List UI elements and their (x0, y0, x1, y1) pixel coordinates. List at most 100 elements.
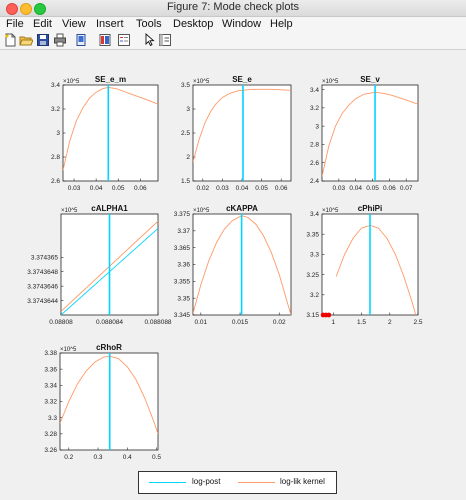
print-icon[interactable] (53, 33, 67, 47)
y-tick-label: 3.28 (44, 431, 57, 438)
y-tick-label: 2.5 (181, 130, 190, 137)
x-tick-label: 0.05 (255, 185, 268, 192)
x-tick-label: 2.5 (413, 319, 422, 326)
y-tick-label: 3.36 (177, 262, 190, 269)
y-tick-label: 3.15 (306, 312, 319, 319)
subplot-title: SE_e_m (95, 75, 126, 84)
bound-marker (326, 312, 332, 318)
open-file-icon[interactable] (19, 33, 33, 47)
insert-legend-icon[interactable] (117, 33, 131, 47)
y-tick-label: 3.4 (310, 87, 319, 94)
y-tick-label: 2 (186, 154, 190, 161)
menu-bar: File Edit View Insert Tools Desktop Wind… (0, 17, 466, 32)
y-tick-label: 2.8 (310, 142, 319, 149)
x-tick-label: 0.4 (123, 454, 132, 461)
axis-exponent-label: ×10^5 (322, 79, 339, 85)
x-tick-label: 0.04 (90, 185, 103, 192)
window-title: Figure 7: Mode check plots (166, 1, 300, 13)
title-bar[interactable]: Figure 7: Mode check plots (0, 0, 466, 17)
x-tick-label: 0.03 (216, 185, 229, 192)
y-tick-label: 1.5 (181, 178, 190, 185)
property-inspector-icon[interactable] (158, 33, 172, 47)
menu-view[interactable]: View (62, 17, 86, 32)
y-tick-label: 3.2 (51, 106, 60, 113)
y-tick-label: 3.38 (44, 350, 57, 357)
new-figure-icon[interactable] (3, 33, 17, 47)
y-tick-label: 3.355 (174, 279, 191, 286)
axes-box (62, 84, 159, 182)
x-tick-label: 1.5 (357, 319, 366, 326)
axis-exponent-label: ×10^5 (193, 208, 210, 214)
subplot-title: SE_e (232, 75, 252, 84)
y-tick-label: 2.8 (51, 154, 60, 161)
y-tick-label: 3 (56, 130, 60, 137)
x-tick-label: 0.06 (383, 185, 396, 192)
y-tick-label: 3.3 (48, 415, 57, 422)
legend-line-log-post (149, 482, 186, 483)
subplot-se-v: SE_v ×10^5 0.03 0.04 0.05 0.06 0.07 2.4 2.6 2.8 3 3… (310, 75, 419, 192)
x-tick-label: 0.3 (94, 454, 103, 461)
x-tick-label: 0.08808 (49, 319, 73, 326)
y-tick-label: 2.6 (51, 178, 60, 185)
axis-exponent-label: ×10^5 (61, 208, 78, 214)
x-tick-label: 0.03 (333, 185, 346, 192)
subplot-title: cPhiPi (358, 204, 382, 213)
subplot-title: SE_v (360, 75, 380, 84)
legend[interactable]: log-post log-lik kernel (138, 471, 337, 494)
subplot-se-e: SE_e ×10^5 0.02 0.03 0.04 0.05 0.06 1.5 2 2.5 3 3.5 (181, 75, 292, 192)
y-tick-label: 3.35 (177, 295, 190, 302)
x-tick-label: 0.03 (68, 185, 81, 192)
x-tick-label: 0.01 (195, 319, 208, 326)
legend-label-log-lik-kernel: log-lik kernel (280, 477, 325, 486)
x-tick-label: 0.04 (349, 185, 362, 192)
menu-insert[interactable]: Insert (96, 17, 124, 32)
y-tick-label: 3.4 (51, 82, 60, 89)
save-icon[interactable] (36, 33, 50, 47)
insert-colorbar-icon[interactable] (98, 33, 112, 47)
x-tick-label: 0.2 (64, 454, 73, 461)
legend-line-log-lik-kernel (238, 482, 275, 483)
y-tick-label: 2.4 (310, 178, 319, 185)
subplot-calpha1: cALPHA1 ×10^5 0.08808 0.088084 0.088088 3.374… (27, 204, 172, 326)
y-tick-label: 3.365 (174, 245, 191, 252)
y-tick-label: 3.34 (44, 383, 57, 390)
axis-exponent-label: ×10^5 (60, 347, 77, 353)
x-tick-label: 0.05 (366, 185, 379, 192)
toolbar (0, 32, 466, 50)
axis-exponent-label: ×10^5 (193, 79, 210, 85)
x-tick-label: 0.06 (275, 185, 288, 192)
y-tick-label: 3.26 (44, 447, 57, 454)
y-tick-label: 3.35 (306, 231, 319, 238)
edit-plot-arrow-icon[interactable] (142, 33, 156, 47)
menu-window[interactable]: Window (222, 17, 261, 32)
x-tick-label: 0.5 (152, 454, 161, 461)
menu-help[interactable]: Help (270, 17, 293, 32)
subplot-crhor: cRhoR ×10^5 0.2 0.3 0.4 0.5 3.26 3.28 3.3 3.32 3.3… (44, 343, 161, 461)
y-tick-label: 3.32 (44, 399, 57, 406)
y-tick-label: 3.36 (44, 366, 57, 373)
link-plot-icon[interactable] (74, 33, 88, 47)
y-tick-label: 3.2 (310, 105, 319, 112)
menu-edit[interactable]: Edit (33, 17, 52, 32)
x-tick-label: 0.02 (196, 185, 209, 192)
x-tick-label: 0.02 (273, 319, 286, 326)
subplot-se-e-m: SE_e_m ×10^5 0.03 0.04 0.05 0.06 2.6 2.8 3 3.2 3.4 (51, 75, 159, 192)
y-tick-label: 3.5 (181, 82, 190, 89)
menu-file[interactable]: File (6, 17, 24, 32)
menu-desktop[interactable]: Desktop (173, 17, 213, 32)
figure-canvas[interactable]: SE_e_m ×10^5 0.03 0.04 0.05 0.06 2.6 2.8 3 3.2 3.4… (0, 50, 466, 500)
figure-window: Figure 7: Mode check plots File Edit Vie… (0, 0, 466, 500)
menu-tools[interactable]: Tools (136, 17, 162, 32)
y-tick-label: 3.3743644 (27, 298, 58, 305)
y-tick-label: 3.345 (174, 312, 191, 319)
y-tick-label: 3.37 (177, 228, 190, 235)
x-tick-label: 2 (388, 319, 392, 326)
y-tick-label: 3.3743646 (27, 283, 58, 290)
y-tick-label: 3.3 (310, 252, 319, 259)
y-tick-label: 3 (315, 123, 319, 130)
subplot-title: cRhoR (96, 343, 122, 352)
x-tick-label: 0.05 (112, 185, 125, 192)
y-tick-label: 3.2 (310, 292, 319, 299)
axis-exponent-label: ×10^5 (322, 208, 339, 214)
x-tick-label: 0.088084 (96, 319, 123, 326)
